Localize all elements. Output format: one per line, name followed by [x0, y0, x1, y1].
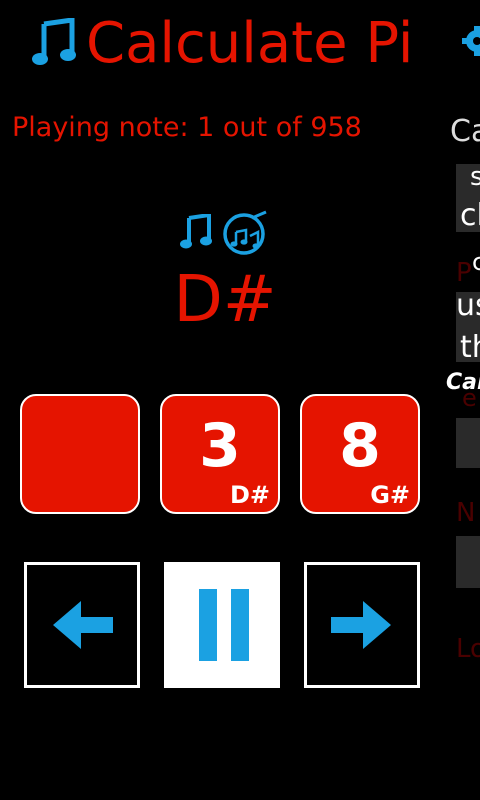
music-disc-icon[interactable]: [222, 210, 270, 256]
arrow-left-icon: [53, 601, 113, 649]
tile-digit: 3: [199, 411, 241, 481]
side-panel-heading: Ca: [450, 114, 480, 149]
arrow-right-icon: [331, 601, 391, 649]
side-panel-text: us: [456, 288, 480, 323]
gear-icon[interactable]: [462, 24, 480, 58]
digit-tile[interactable]: 3 D#: [160, 394, 280, 514]
digit-tile[interactable]: 8 G#: [300, 394, 420, 514]
current-note: D#: [173, 263, 277, 337]
side-panel-label: P: [456, 258, 472, 288]
tile-note: G#: [370, 481, 410, 509]
side-panel-text: s: [470, 162, 480, 192]
tile-note: D#: [229, 481, 270, 509]
digit-tile[interactable]: [20, 394, 140, 514]
pause-icon: [199, 589, 249, 661]
music-note-icon: [32, 18, 76, 65]
side-panel-label: Lo: [456, 634, 480, 664]
side-panel-label: N: [456, 498, 476, 528]
next-button[interactable]: [304, 562, 420, 688]
previous-button[interactable]: [24, 562, 140, 688]
side-panel-input[interactable]: [456, 418, 480, 468]
side-panel-input[interactable]: [456, 536, 480, 588]
side-panel-text: c: [472, 248, 480, 276]
tile-digit: 8: [339, 411, 381, 481]
side-panel-text: cl: [460, 198, 480, 233]
pause-button[interactable]: [164, 562, 280, 688]
side-panel-label: e: [462, 384, 477, 412]
music-note-icon: [180, 214, 212, 249]
app-title: Calculate Pi: [86, 11, 414, 76]
side-panel-text: th: [460, 330, 480, 365]
playing-status: Playing note: 1 out of 958: [12, 112, 362, 143]
